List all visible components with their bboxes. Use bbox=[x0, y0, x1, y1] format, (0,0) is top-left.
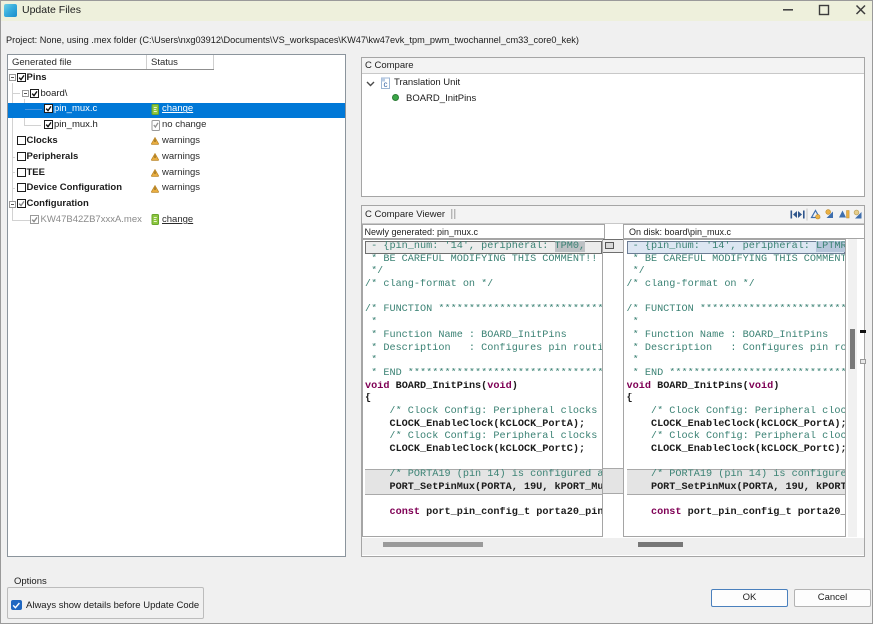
svg-text:c: c bbox=[384, 80, 388, 89]
